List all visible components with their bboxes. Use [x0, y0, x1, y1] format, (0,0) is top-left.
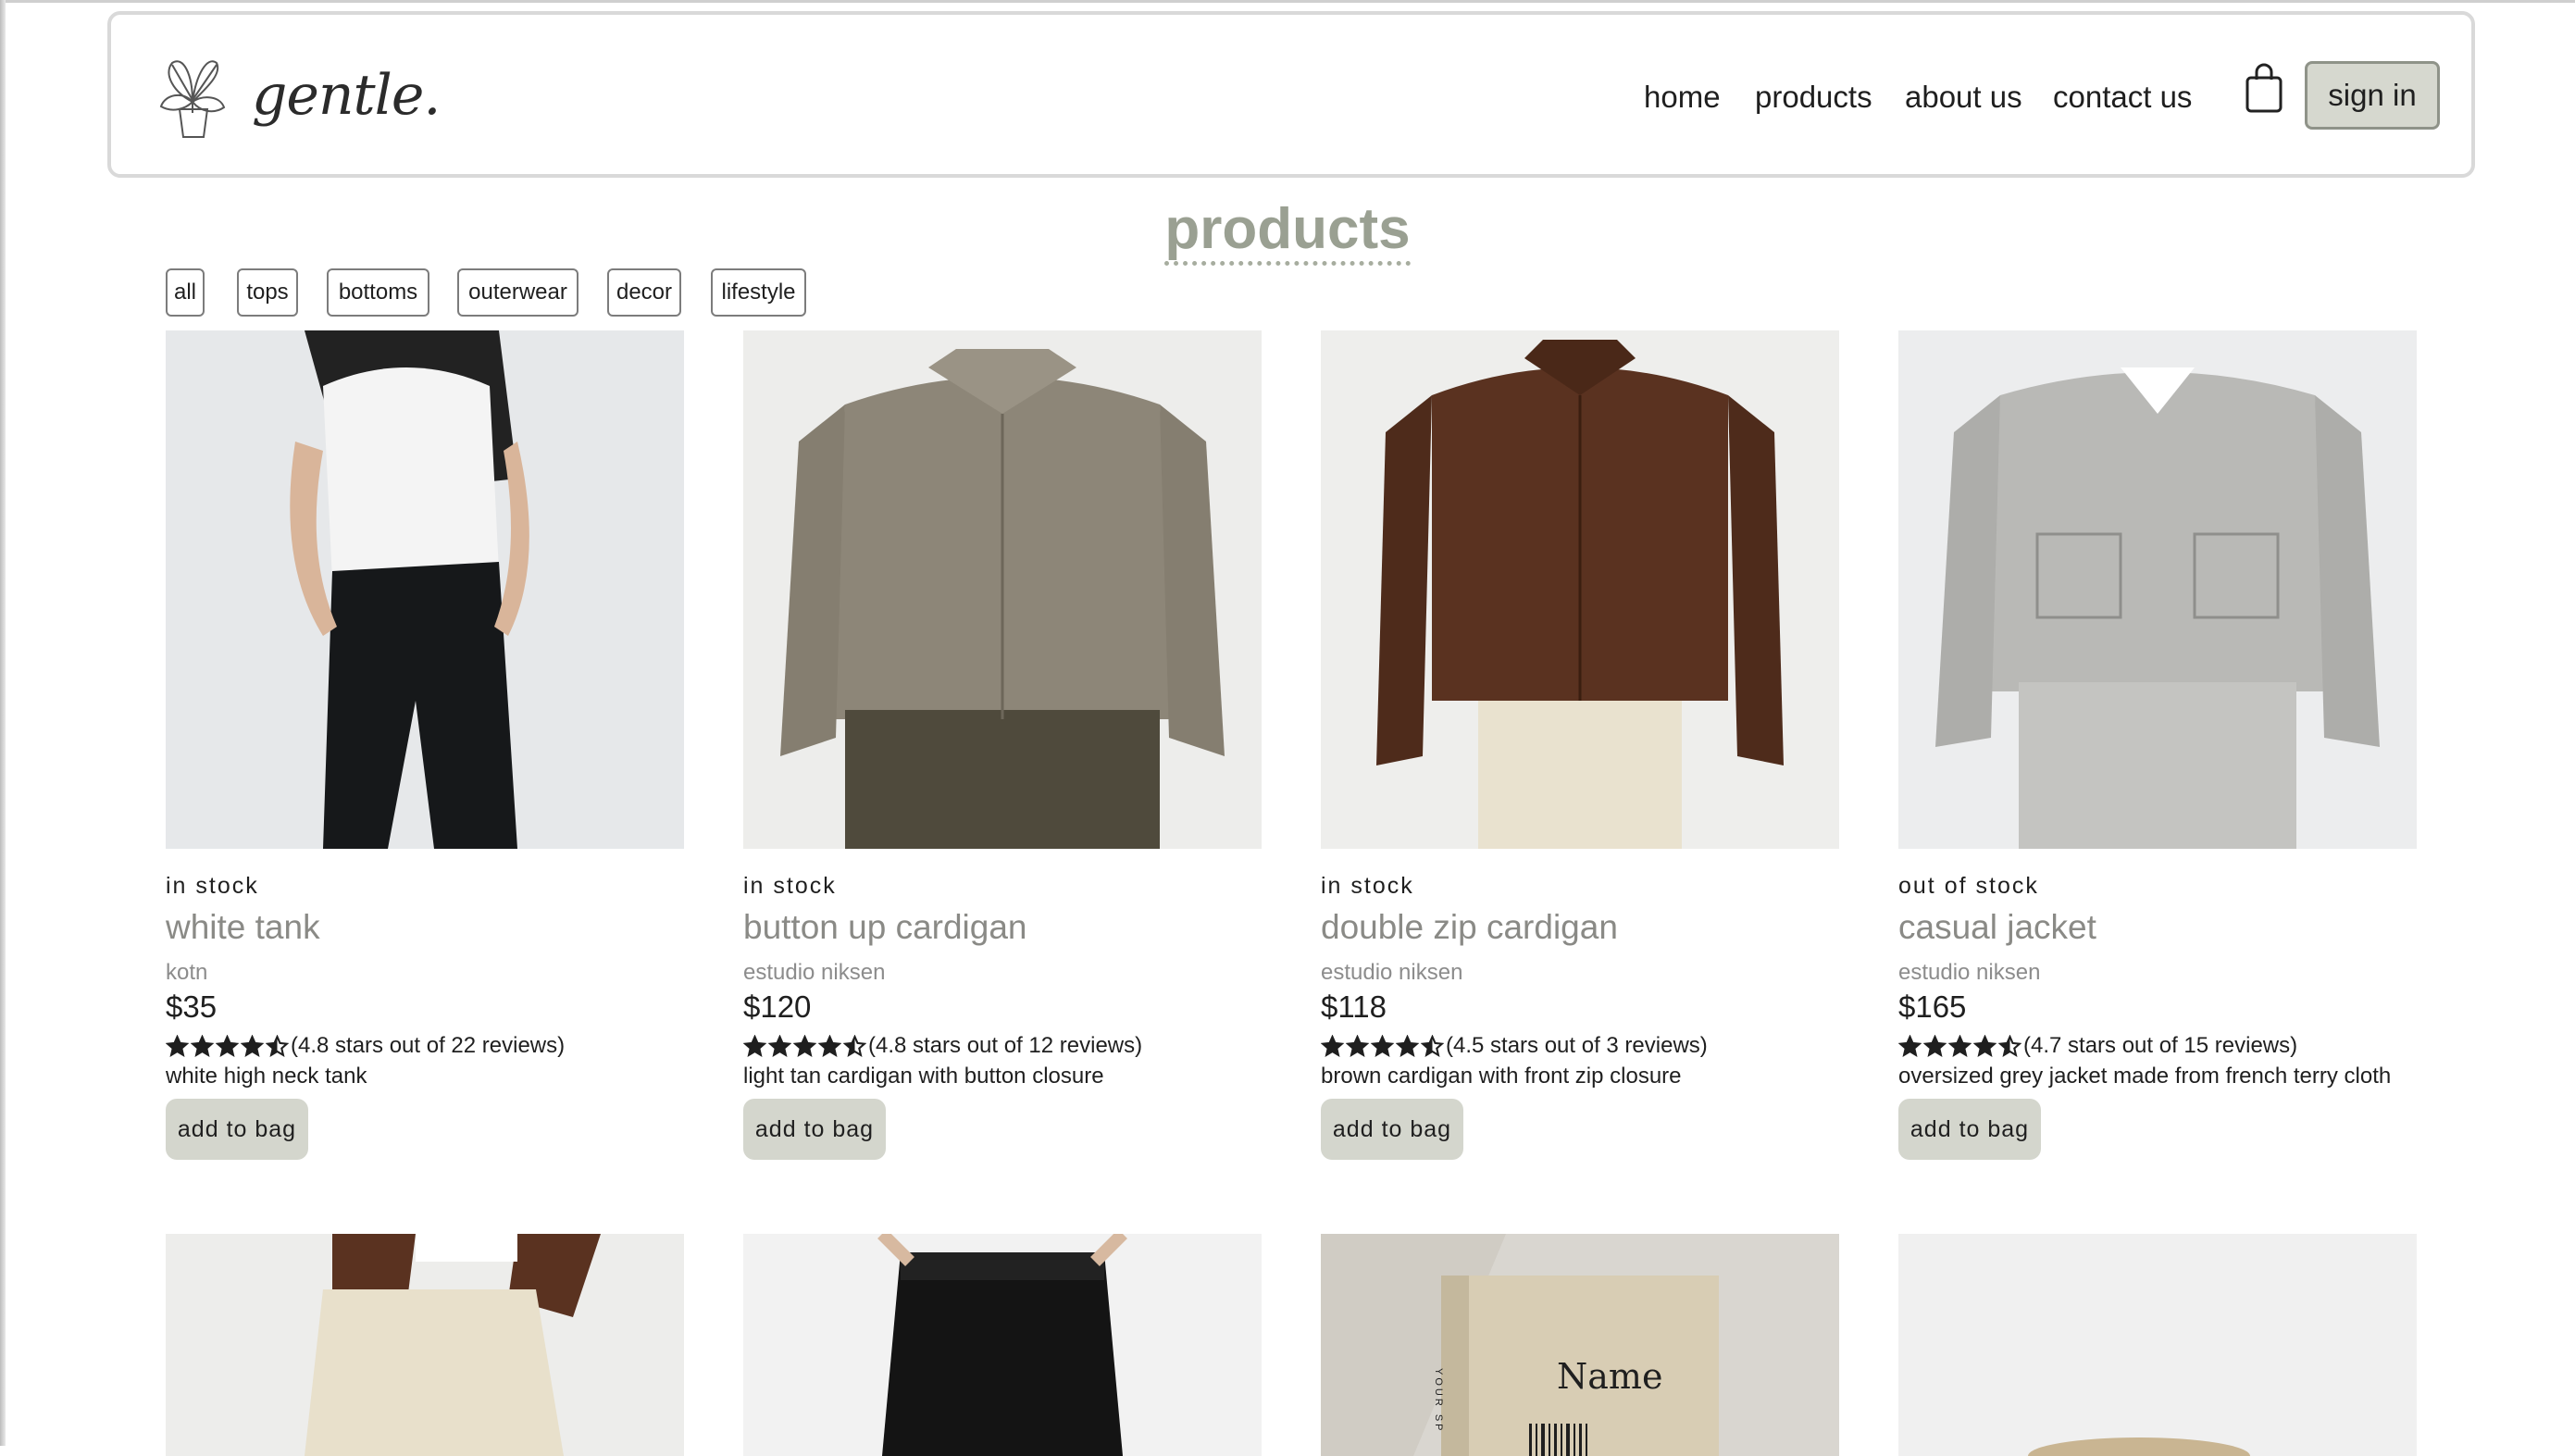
nav-home[interactable]: home: [1644, 80, 1721, 115]
sign-in-button[interactable]: sign in: [2305, 61, 2440, 130]
star-icon: [818, 1034, 841, 1057]
product-brand: kotn: [166, 960, 208, 985]
star-icon: [793, 1034, 816, 1057]
add-to-bag-button[interactable]: add to bag: [166, 1099, 308, 1160]
nav-contact-us[interactable]: contact us: [2053, 80, 2192, 115]
product-name[interactable]: white tank: [166, 908, 320, 947]
rating-text: (4.5 stars out of 3 reviews): [1446, 1033, 1708, 1058]
product-description: brown cardigan with front zip closure: [1321, 1064, 1682, 1089]
rating-text: (4.8 stars out of 22 reviews): [291, 1033, 566, 1058]
product-price: $120: [743, 989, 812, 1024]
product-card: [166, 1234, 684, 1456]
stock-status: in stock: [1321, 873, 1414, 899]
product-photo[interactable]: [1898, 1234, 2417, 1456]
filter-tops[interactable]: tops: [237, 268, 298, 317]
product-card: in stock white tank kotn $35 (4.8 stars …: [166, 330, 684, 1160]
shopping-bag-icon[interactable]: [2244, 63, 2284, 115]
star-icon: [1948, 1034, 1972, 1057]
add-to-bag-button[interactable]: add to bag: [1898, 1099, 2041, 1160]
page-title: products: [0, 196, 2575, 266]
filter-all[interactable]: all: [166, 268, 205, 317]
rating-text: (4.8 stars out of 12 reviews): [868, 1033, 1143, 1058]
star-icon: [266, 1034, 289, 1057]
star-rating: [1321, 1034, 1444, 1058]
nav-products[interactable]: products: [1755, 80, 1872, 115]
product-card: in stock button up cardigan estudio niks…: [743, 330, 1262, 1160]
product-rating: (4.8 stars out of 22 reviews): [166, 1032, 565, 1060]
add-to-bag-button[interactable]: add to bag: [743, 1099, 886, 1160]
book-cover-title: Name: [1557, 1356, 1663, 1397]
star-icon: [191, 1034, 214, 1057]
star-icon: [768, 1034, 791, 1057]
product-rating: (4.5 stars out of 3 reviews): [1321, 1032, 1708, 1060]
stock-status: in stock: [166, 873, 259, 899]
product-photo[interactable]: [1898, 330, 2417, 849]
product-description: light tan cardigan with button closure: [743, 1064, 1104, 1089]
product-photo[interactable]: [166, 1234, 684, 1456]
product-name[interactable]: casual jacket: [1898, 908, 2096, 947]
product-brand: estudio niksen: [743, 960, 886, 985]
star-icon: [843, 1034, 866, 1057]
site-header: gentle. home products about us contact u…: [107, 11, 2475, 178]
star-icon: [1923, 1034, 1947, 1057]
product-name[interactable]: double zip cardigan: [1321, 908, 1618, 947]
product-price: $118: [1321, 989, 1387, 1024]
filter-outerwear[interactable]: outerwear: [457, 268, 578, 317]
star-rating: [1898, 1034, 2021, 1058]
window-top-edge: [0, 0, 2575, 3]
product-card: in stock double zip cardigan estudio nik…: [1321, 330, 1839, 1160]
rating-text: (4.7 stars out of 15 reviews): [2023, 1033, 2298, 1058]
product-name[interactable]: button up cardigan: [743, 908, 1027, 947]
product-rating: (4.7 stars out of 15 reviews): [1898, 1032, 2297, 1060]
star-icon: [743, 1034, 766, 1057]
product-card: out of stock casual jacket estudio nikse…: [1898, 330, 2417, 1160]
star-icon: [1321, 1034, 1344, 1057]
page-title-text: products: [1164, 197, 1411, 266]
star-icon: [1396, 1034, 1419, 1057]
star-icon: [241, 1034, 264, 1057]
star-rating: [743, 1034, 866, 1058]
product-price: $35: [166, 989, 218, 1024]
product-photo[interactable]: [743, 1234, 1262, 1456]
product-brand: estudio niksen: [1898, 960, 2041, 985]
stock-status: in stock: [743, 873, 837, 899]
star-icon: [1421, 1034, 1444, 1057]
product-photo[interactable]: [1321, 330, 1839, 849]
product-card: Name YOUR SP: [1321, 1234, 1839, 1456]
product-photo[interactable]: Name YOUR SP: [1321, 1234, 1839, 1456]
filter-bottoms[interactable]: bottoms: [327, 268, 429, 317]
product-photo[interactable]: [743, 330, 1262, 849]
product-rating: (4.8 stars out of 12 reviews): [743, 1032, 1142, 1060]
nav-about-us[interactable]: about us: [1905, 80, 2022, 115]
product-description: white high neck tank: [166, 1064, 367, 1089]
star-icon: [1346, 1034, 1369, 1057]
star-icon: [1371, 1034, 1394, 1057]
product-card: [743, 1234, 1262, 1456]
book-spine-text: YOUR SP: [1433, 1368, 1444, 1434]
product-description: oversized grey jacket made from french t…: [1898, 1064, 2392, 1089]
product-brand: estudio niksen: [1321, 960, 1463, 985]
stock-status: out of stock: [1898, 873, 2039, 899]
star-icon: [1998, 1034, 2021, 1057]
filter-lifestyle[interactable]: lifestyle: [711, 268, 806, 317]
star-icon: [1898, 1034, 1922, 1057]
star-rating: [166, 1034, 289, 1058]
product-card: [1898, 1234, 2417, 1456]
star-icon: [1973, 1034, 1997, 1057]
filter-decor[interactable]: decor: [607, 268, 681, 317]
product-photo[interactable]: [166, 330, 684, 849]
product-price: $165: [1898, 989, 1967, 1024]
main-nav: home products about us contact us: [111, 80, 2471, 135]
star-icon: [216, 1034, 239, 1057]
star-icon: [166, 1034, 189, 1057]
add-to-bag-button[interactable]: add to bag: [1321, 1099, 1463, 1160]
